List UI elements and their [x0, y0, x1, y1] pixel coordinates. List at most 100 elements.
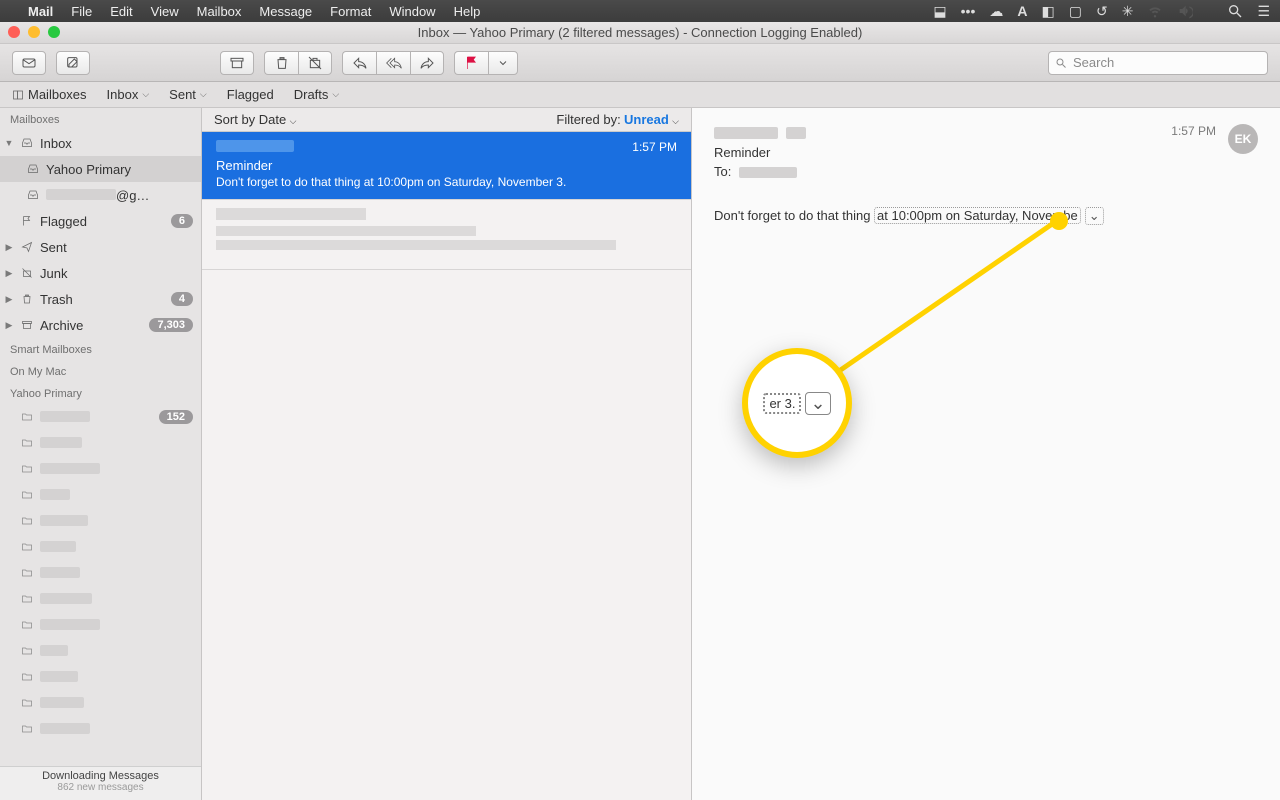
sidebar-folder[interactable]	[0, 560, 201, 586]
sidebar-folder[interactable]	[0, 586, 201, 612]
folder-icon	[21, 463, 33, 475]
menubar-file[interactable]: File	[71, 4, 92, 19]
activity-subtitle: 862 new messages	[0, 782, 201, 793]
disclosure-triangle-icon[interactable]: ▶	[4, 268, 14, 279]
mailboxes-sidebar: Mailboxes ▼ Inbox Yahoo Primary @g… Flag…	[0, 108, 202, 800]
fav-mailboxes-toggle[interactable]: Mailboxes	[12, 87, 87, 102]
forward-button[interactable]	[410, 51, 444, 75]
delete-button[interactable]	[264, 51, 298, 75]
sidebar-folder[interactable]	[0, 612, 201, 638]
inbox-icon	[21, 137, 33, 149]
cloud-tray-icon[interactable]: ☁︎	[989, 3, 1003, 20]
sidebar-junk[interactable]: ▶ Junk	[0, 260, 201, 286]
sidebar-trash[interactable]: ▶ Trash 4	[0, 286, 201, 312]
flag-menu-button[interactable]	[488, 51, 518, 75]
adobe-tray-icon[interactable]: A	[1017, 3, 1027, 19]
data-detector-dropdown-icon[interactable]: ⌄	[1085, 207, 1104, 225]
sidebar-yahoo-primary[interactable]: Yahoo Primary	[0, 156, 201, 182]
wifi-tray-icon[interactable]	[1147, 3, 1163, 19]
sidebar-sent[interactable]: ▶ Sent	[0, 234, 201, 260]
activity-footer: Downloading Messages 862 new messages	[0, 766, 201, 800]
inbox-icon	[27, 163, 39, 175]
disclosure-triangle-icon[interactable]: ▼	[4, 138, 14, 148]
sidebar-folder[interactable]	[0, 638, 201, 664]
window-minimize-button[interactable]	[28, 26, 40, 38]
sidebar-yahoo-label: Yahoo Primary	[46, 162, 193, 177]
folder-icon	[21, 541, 33, 553]
disclosure-triangle-icon[interactable]: ▶	[4, 320, 14, 331]
sidebar-trash-label: Trash	[40, 292, 167, 307]
window-zoom-button[interactable]	[48, 26, 60, 38]
filter-indicator[interactable]: Filtered by: Unread ⌵	[556, 112, 679, 127]
ellipsis-tray-icon[interactable]: •••	[961, 3, 976, 19]
fav-mailboxes-label: Mailboxes	[28, 87, 87, 102]
sent-icon	[21, 241, 33, 253]
sidebar-folder[interactable]	[0, 456, 201, 482]
reply-all-button[interactable]	[376, 51, 410, 75]
reader-to: To:	[714, 164, 1151, 179]
sidebar-folder[interactable]	[0, 716, 201, 742]
sidebar-trash-count: 4	[171, 292, 193, 306]
menubar-message[interactable]: Message	[259, 4, 312, 19]
archive-icon	[21, 319, 33, 331]
sidebar-folder[interactable]	[0, 482, 201, 508]
sidebar-flagged-count: 6	[171, 214, 193, 228]
sidebar-folder[interactable]	[0, 508, 201, 534]
menubar-view[interactable]: View	[151, 4, 179, 19]
menubar-edit[interactable]: Edit	[110, 4, 132, 19]
window-close-button[interactable]	[8, 26, 20, 38]
sidebar-archive-label: Archive	[40, 318, 145, 333]
menubar-mailbox[interactable]: Mailbox	[197, 4, 242, 19]
sidebar-folder[interactable]	[0, 430, 201, 456]
menubar-help[interactable]: Help	[454, 4, 481, 19]
sidebar-junk-label: Junk	[40, 266, 193, 281]
menubar-format[interactable]: Format	[330, 4, 371, 19]
reader-from	[714, 124, 1151, 139]
disclosure-triangle-icon[interactable]: ▶	[4, 294, 14, 305]
timemachine-tray-icon[interactable]: ↺	[1096, 3, 1108, 20]
menubar-window[interactable]: Window	[389, 4, 435, 19]
message-row[interactable]	[202, 200, 691, 270]
sidebar-gmail-account[interactable]: @g…	[0, 182, 201, 208]
junk-button[interactable]	[298, 51, 332, 75]
get-mail-button[interactable]	[12, 51, 46, 75]
mail-window: Inbox — Yahoo Primary (2 filtered messag…	[0, 22, 1280, 800]
macos-menubar: Mail File Edit View Mailbox Message Form…	[0, 0, 1280, 22]
menubar-app[interactable]: Mail	[28, 4, 53, 19]
sort-by-button[interactable]: Sort by Date ⌵	[214, 112, 296, 127]
sidebar-header-mailboxes: Mailboxes	[0, 108, 201, 130]
message-row-selected[interactable]: 1:57 PM Reminder Don't forget to do that…	[202, 132, 691, 200]
notification-center-tray-icon[interactable]: ☰	[1257, 3, 1270, 20]
archive-button[interactable]	[220, 51, 254, 75]
volume-tray-icon[interactable]	[1177, 3, 1193, 19]
sidebar-inbox[interactable]: ▼ Inbox	[0, 130, 201, 156]
sidebar-flagged[interactable]: Flagged 6	[0, 208, 201, 234]
sidebar-folder[interactable]	[0, 690, 201, 716]
fav-sent[interactable]: Sent⌵	[169, 87, 207, 102]
airplay-tray-icon[interactable]: ▢	[1069, 3, 1082, 20]
sidebar-folder[interactable]: 152	[0, 404, 201, 430]
reader-time: 1:57 PM	[1171, 124, 1216, 138]
flag-button[interactable]	[454, 51, 488, 75]
reply-button[interactable]	[342, 51, 376, 75]
search-field[interactable]: Search	[1048, 51, 1268, 75]
sidebar-folder[interactable]	[0, 664, 201, 690]
annotation-zoom-text: er 3.	[763, 393, 801, 414]
reader-avatar: EK	[1228, 124, 1258, 154]
fav-drafts[interactable]: Drafts⌵	[294, 87, 340, 102]
fav-inbox[interactable]: Inbox⌵	[107, 87, 150, 102]
dropbox-tray-icon[interactable]: ⬓	[933, 3, 946, 20]
folder-icon	[21, 411, 33, 423]
sidebar-folder[interactable]	[0, 534, 201, 560]
bluetooth-tray-icon[interactable]: ✳︎	[1122, 3, 1134, 20]
sidebar-archive[interactable]: ▶ Archive 7,303	[0, 312, 201, 338]
compose-button[interactable]	[56, 51, 90, 75]
spotlight-tray-icon[interactable]	[1227, 3, 1243, 19]
folder-icon	[21, 697, 33, 709]
fav-flagged[interactable]: Flagged	[227, 87, 274, 102]
window-title: Inbox — Yahoo Primary (2 filtered messag…	[0, 25, 1280, 40]
message-row-preview: Don't forget to do that thing at 10:00pm…	[216, 175, 677, 189]
user-tray-icon[interactable]: ◧	[1042, 3, 1055, 20]
disclosure-triangle-icon[interactable]: ▶	[4, 242, 14, 253]
reader-subject: Reminder	[714, 145, 1151, 160]
